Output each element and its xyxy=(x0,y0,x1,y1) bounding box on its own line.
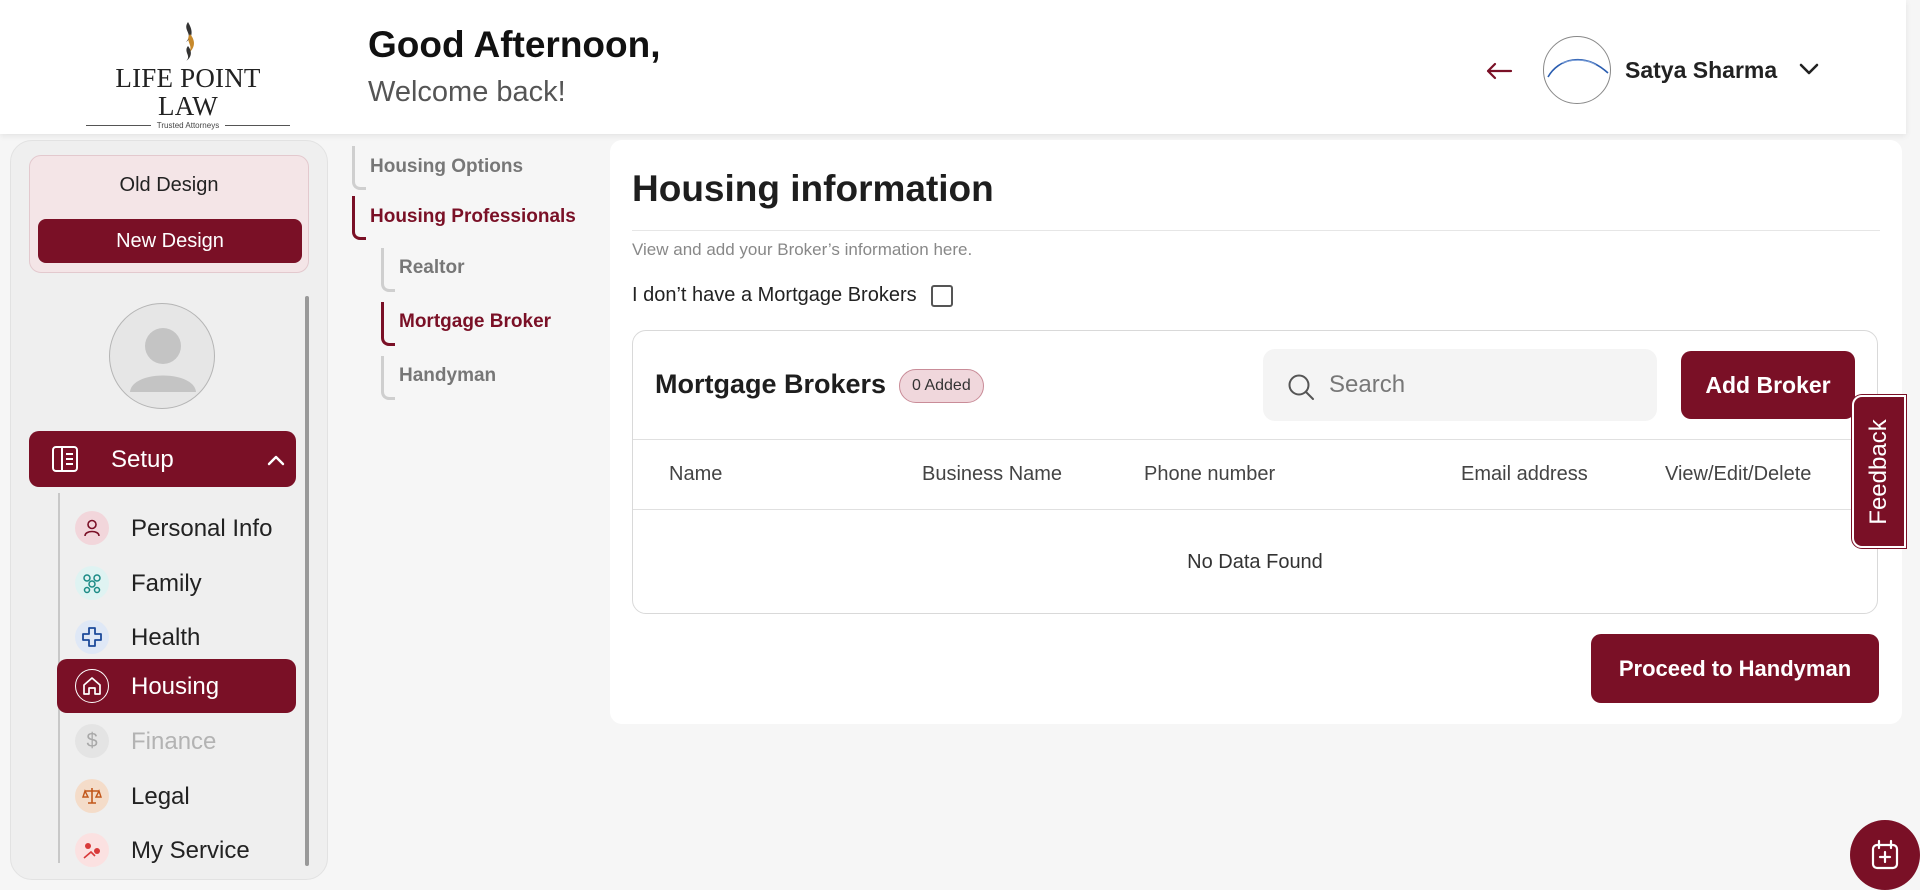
subnav-handyman[interactable]: Handyman xyxy=(399,365,496,387)
table-title: Mortgage Brokers xyxy=(655,369,887,399)
add-event-button[interactable] xyxy=(1850,820,1920,890)
no-broker-checkbox-row: I don’t have a Mortgage Brokers xyxy=(632,284,953,307)
sidebar-item-label: Finance xyxy=(131,728,217,755)
column-header-name: Name xyxy=(669,463,723,485)
calendar-plus-icon xyxy=(1871,839,1899,870)
page-description: View and add your Broker’s information h… xyxy=(632,240,973,259)
proceed-button[interactable]: Proceed to Handyman xyxy=(1591,634,1879,703)
default-user-icon xyxy=(130,328,196,392)
subnav-housing-professionals[interactable]: Housing Professionals xyxy=(370,206,576,228)
old-design-button[interactable]: Old Design xyxy=(30,174,308,197)
column-header-actions: View/Edit/Delete xyxy=(1665,463,1812,485)
sidebar-item-label: My Service xyxy=(131,837,250,864)
sidebar-item-label: Personal Info xyxy=(131,515,273,542)
main-content-card: Housing information View and add your Br… xyxy=(610,140,1902,724)
empty-state-text: No Data Found xyxy=(1187,551,1323,573)
subnav-realtor[interactable]: Realtor xyxy=(399,257,464,279)
feedback-label: Feedback xyxy=(1865,418,1892,525)
feedback-tab[interactable]: Feedback xyxy=(1852,395,1906,548)
sidebar-item-label: Family xyxy=(131,570,202,597)
greeting-heading: Good Afternoon, xyxy=(368,24,661,65)
column-header-phone: Phone number xyxy=(1144,463,1276,485)
column-header-email: Email address xyxy=(1461,463,1588,485)
search-input[interactable] xyxy=(1329,367,1639,403)
sidebar-item-legal[interactable]: Legal xyxy=(57,769,296,823)
sidebar-item-personal-info[interactable]: Personal Info xyxy=(57,501,296,555)
back-arrow-icon[interactable] xyxy=(1484,56,1514,86)
column-header-business-name: Business Name xyxy=(922,463,1063,485)
sidebar-item-family[interactable]: Family xyxy=(57,556,296,610)
logo-tagline: Trusted Attorneys xyxy=(156,121,220,130)
sidebar-item-my-service[interactable]: My Service xyxy=(57,823,296,877)
person-icon xyxy=(75,511,109,545)
no-broker-checkbox[interactable] xyxy=(930,284,953,307)
sidebar-item-label: Health xyxy=(131,624,201,651)
company-logo[interactable]: LIFE POINT LAW Trusted Attorneys xyxy=(86,20,290,130)
count-badge: 0 Added xyxy=(899,369,984,403)
search-icon xyxy=(1288,374,1314,400)
setup-section-toggle[interactable]: Setup xyxy=(29,431,296,487)
no-broker-checkbox-label[interactable]: I don’t have a Mortgage Brokers xyxy=(632,284,917,307)
family-icon xyxy=(75,566,109,600)
profile-avatar[interactable] xyxy=(109,303,215,409)
sidebar-scrollbar[interactable] xyxy=(305,296,309,866)
logo-text: LIFE POINT LAW xyxy=(115,63,261,121)
new-design-button[interactable]: New Design xyxy=(38,219,302,263)
search-box[interactable] xyxy=(1263,349,1657,421)
setup-label: Setup xyxy=(111,446,174,473)
logo-flame-icon xyxy=(186,22,194,61)
service-icon xyxy=(75,833,109,867)
sidebar-item-housing[interactable]: Housing xyxy=(57,659,296,713)
scales-icon xyxy=(75,779,109,813)
chevron-up-icon xyxy=(267,455,285,466)
add-broker-button[interactable]: Add Broker xyxy=(1681,351,1855,419)
user-avatar[interactable] xyxy=(1543,36,1611,104)
design-toggle: Old Design New Design xyxy=(29,155,309,273)
user-name[interactable]: Satya Sharma xyxy=(1625,57,1777,84)
sidebar-item-label: Housing xyxy=(131,673,220,700)
health-cross-icon xyxy=(75,620,109,654)
sidebar: Old Design New Design Setup Personal Inf… xyxy=(10,140,328,880)
top-header: LIFE POINT LAW Trusted Attorneys Good Af… xyxy=(0,0,1906,134)
page-title: Housing information xyxy=(632,168,994,209)
sidebar-item-finance[interactable]: $ Finance xyxy=(57,714,296,768)
house-icon xyxy=(75,669,109,703)
subnav-mortgage-broker[interactable]: Mortgage Broker xyxy=(399,311,551,333)
avatar-sketch-icon xyxy=(1547,58,1609,78)
setup-book-icon xyxy=(52,446,78,472)
sidebar-item-label: Legal xyxy=(131,783,190,810)
subnav-housing-options[interactable]: Housing Options xyxy=(370,156,523,178)
sidebar-item-health[interactable]: Health xyxy=(57,610,296,664)
dollar-icon: $ xyxy=(75,724,109,758)
brokers-table-card: Mortgage Brokers 0 Added Add Broker Name… xyxy=(632,330,1878,614)
welcome-text: Welcome back! xyxy=(368,76,566,108)
chevron-down-icon[interactable] xyxy=(1796,56,1822,82)
